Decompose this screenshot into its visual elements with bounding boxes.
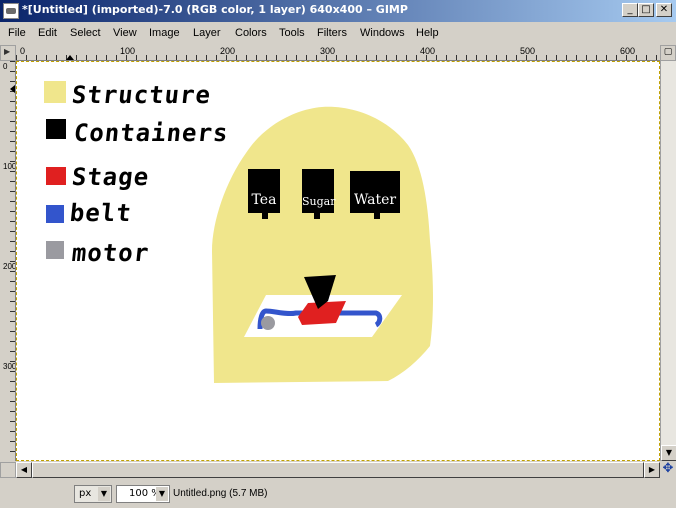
ruler-ticks-vertical xyxy=(10,61,15,461)
menu-file[interactable]: File xyxy=(8,27,26,39)
menu-edit[interactable]: Edit xyxy=(38,27,57,39)
legend-swatch-belt xyxy=(46,205,64,223)
file-info-text: Untitled.png (5.7 MB) xyxy=(173,488,268,499)
ruler-label-v-100: 100 xyxy=(3,163,15,171)
cursor-position-marker-vertical xyxy=(10,85,15,93)
gimp-app-icon[interactable] xyxy=(3,3,19,19)
water-spout xyxy=(374,213,380,219)
horizontal-scroll-thumb[interactable] xyxy=(32,462,644,478)
container-sugar: Sugar xyxy=(302,169,335,213)
menu-windows[interactable]: Windows xyxy=(360,27,405,39)
scroll-right-arrow-icon[interactable]: ▶ xyxy=(644,462,660,478)
belt-tray xyxy=(244,295,402,337)
belt-line xyxy=(257,308,383,330)
chevron-down-icon[interactable]: ▼ xyxy=(98,487,110,501)
legend-swatch-motor xyxy=(46,241,64,259)
vertical-scrollbar[interactable]: ▼ xyxy=(660,61,676,461)
stage-shape xyxy=(298,301,346,325)
ruler-ticks xyxy=(16,55,660,60)
legend-label-stage: Stage xyxy=(70,163,151,191)
minimize-button[interactable]: _ xyxy=(622,3,638,17)
legend-swatch-structure xyxy=(44,81,66,103)
sugar-spout xyxy=(314,213,320,219)
legend-swatch-stage xyxy=(46,167,66,185)
status-bar: px ▼ 100 % ▼ Untitled.png (5.7 MB) xyxy=(0,480,676,508)
chevron-down-icon[interactable]: ▼ xyxy=(156,487,168,501)
structure-shape xyxy=(212,106,433,383)
container-tea: Tea xyxy=(248,169,280,213)
gimp-window: *[Untitled] (imported)-7.0 (RGB color, 1… xyxy=(0,0,676,508)
scroll-left-arrow-icon[interactable]: ◀ xyxy=(16,462,32,478)
legend-label-motor: motor xyxy=(70,239,151,267)
menu-image[interactable]: Image xyxy=(149,27,180,39)
legend-label-structure: Structure xyxy=(70,81,213,109)
container-water: Water xyxy=(350,171,400,213)
ruler-label-v-200: 200 xyxy=(3,263,15,271)
vertical-ruler[interactable]: 0 100 200 300 xyxy=(0,61,16,461)
legend-label-containers: Containers xyxy=(72,119,230,147)
cursor-position-marker xyxy=(66,55,74,60)
menu-select[interactable]: Select xyxy=(70,27,101,39)
menu-view[interactable]: View xyxy=(113,27,137,39)
zoom-dropdown[interactable]: 100 % ▼ xyxy=(116,485,170,503)
legend-swatch-containers xyxy=(46,119,66,139)
quick-mask-toggle-button[interactable] xyxy=(0,462,16,478)
menu-filters[interactable]: Filters xyxy=(317,27,347,39)
unit-dropdown[interactable]: px ▼ xyxy=(74,485,112,503)
scroll-down-arrow-icon[interactable]: ▼ xyxy=(661,445,676,461)
title-bar[interactable]: *[Untitled] (imported)-7.0 (RGB color, 1… xyxy=(0,0,676,22)
unit-value: px xyxy=(79,488,92,499)
menu-help[interactable]: Help xyxy=(416,27,439,39)
menu-tools[interactable]: Tools xyxy=(279,27,305,39)
motor-circle xyxy=(261,316,275,330)
horizontal-scrollbar[interactable]: ◀ ▶ xyxy=(16,462,660,478)
window-title: *[Untitled] (imported)-7.0 (RGB color, 1… xyxy=(22,3,408,16)
horizontal-ruler[interactable]: 0 100 200 300 400 500 600 xyxy=(16,45,660,61)
dispenser-nozzle xyxy=(304,275,336,309)
menu-layer[interactable]: Layer xyxy=(193,27,221,39)
close-button[interactable]: ✕ xyxy=(656,3,672,17)
ruler-label-v-300: 300 xyxy=(3,363,15,371)
ruler-corner-menu-button[interactable] xyxy=(0,45,16,61)
tea-spout xyxy=(262,213,268,219)
menu-colors[interactable]: Colors xyxy=(235,27,267,39)
legend-label-belt: belt xyxy=(68,199,134,227)
ruler-label-v-0: 0 xyxy=(3,62,8,71)
menu-bar: File Edit Select View Image Layer Colors… xyxy=(0,24,676,44)
maximize-button[interactable]: □ xyxy=(638,3,654,17)
navigate-icon[interactable]: ✥ xyxy=(660,462,676,478)
zoom-image-toggle-button[interactable]: ▢ xyxy=(660,45,676,61)
image-canvas[interactable]: Structure Containers Stage belt motor Te… xyxy=(16,61,660,461)
